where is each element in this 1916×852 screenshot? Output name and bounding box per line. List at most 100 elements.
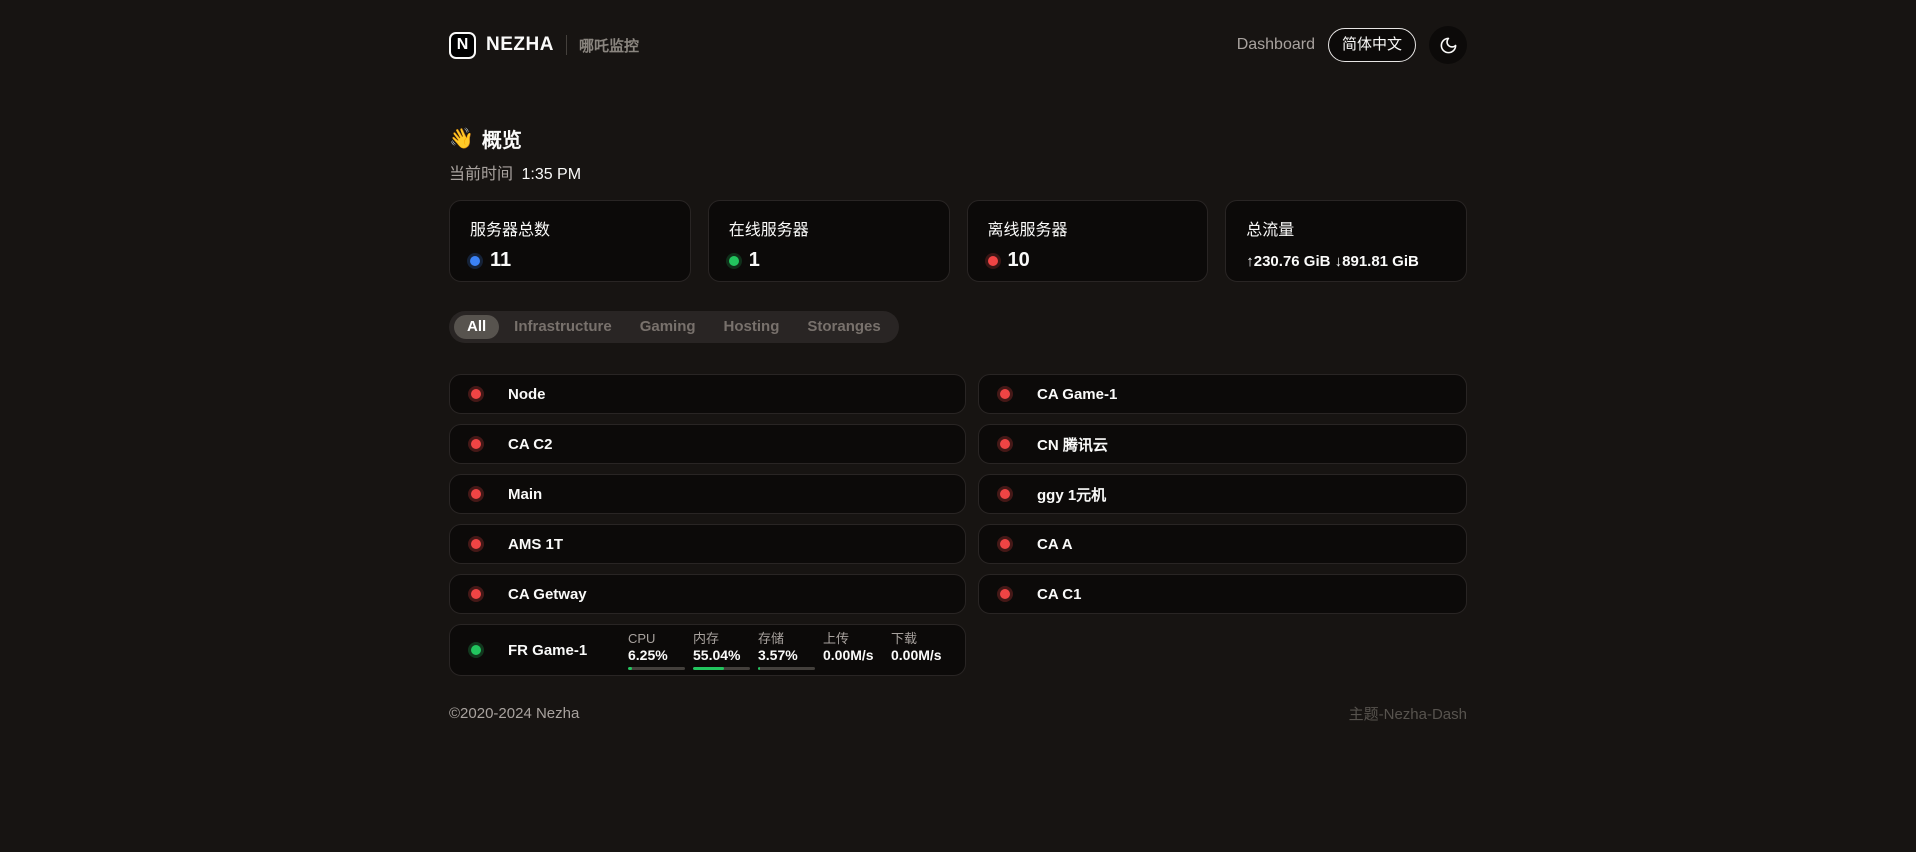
status-dot: [470, 256, 480, 266]
server-row[interactable]: AMS 1T: [449, 524, 966, 564]
server-stat-col: CPU6.25%: [628, 631, 685, 670]
server-stat-label: 存储: [758, 631, 815, 647]
progress-bar: [758, 667, 815, 670]
server-name: CA C2: [508, 436, 628, 453]
current-time: 当前时间 1:35 PM: [449, 160, 1467, 184]
server-status-dot: [471, 589, 481, 599]
server-status-dot: [471, 539, 481, 549]
tab-bar: AllInfrastructureGamingHostingStoranges: [449, 311, 899, 343]
copyright-text: ©2020-2024 Nezha: [449, 705, 579, 722]
progress-bar-fill: [693, 667, 724, 670]
server-status-dot: [1000, 539, 1010, 549]
wave-emoji: 👋: [449, 126, 474, 151]
stat-card-label: 服务器总数: [470, 216, 670, 240]
page-title-text: 概览: [482, 124, 522, 153]
server-stats: CPU6.25%内存55.04%存储3.57%上传0.00M/s下载0.00M/…: [628, 631, 951, 670]
server-name: Node: [508, 386, 628, 403]
progress-bar-fill: [758, 667, 760, 670]
server-name: CA C1: [1037, 586, 1157, 603]
server-row[interactable]: Main: [449, 474, 966, 514]
server-name: CN 腾讯云: [1037, 434, 1157, 455]
server-status-dot: [1000, 439, 1010, 449]
language-button[interactable]: 简体中文: [1328, 28, 1416, 62]
tab-hosting[interactable]: Hosting: [711, 315, 793, 339]
header-actions: Dashboard 简体中文: [1237, 26, 1467, 64]
server-grid: Node CA Game-1 CA C2 CN 腾讯云 Main ggy 1元机 AMS 1…: [449, 374, 1467, 676]
server-stat-col: 上传0.00M/s: [823, 631, 883, 664]
status-dot: [988, 256, 998, 266]
current-time-label: 当前时间: [449, 166, 513, 183]
tab-infrastructure[interactable]: Infrastructure: [501, 315, 625, 339]
server-stat-col: 下载0.00M/s: [891, 631, 951, 664]
server-status-dot: [471, 489, 481, 499]
tab-gaming[interactable]: Gaming: [627, 315, 709, 339]
logo-title: NEZHA: [486, 34, 554, 56]
server-name: CA Getway: [508, 586, 628, 603]
server-status-dot: [471, 645, 481, 655]
server-stat-col: 存储3.57%: [758, 631, 815, 670]
header: N NEZHA 哪吒监控 Dashboard 简体中文: [449, 0, 1467, 64]
server-name: AMS 1T: [508, 536, 628, 553]
server-row[interactable]: CA A: [978, 524, 1467, 564]
tab-storanges[interactable]: Storanges: [794, 315, 893, 339]
stat-card-label: 离线服务器: [988, 216, 1188, 240]
stat-card-number: 10: [1008, 249, 1030, 272]
stat-card-number: 1: [749, 249, 760, 272]
server-row[interactable]: CA C2: [449, 424, 966, 464]
logo[interactable]: N NEZHA 哪吒监控: [449, 32, 639, 59]
server-status-dot: [471, 439, 481, 449]
server-row[interactable]: CA C1: [978, 574, 1467, 614]
server-name: CA A: [1037, 536, 1157, 553]
server-name: Main: [508, 486, 628, 503]
server-name: ggy 1元机: [1037, 484, 1157, 505]
server-stat-label: 内存: [693, 631, 750, 647]
stat-card-traffic-value: ↑230.76 GiB ↓891.81 GiB: [1246, 253, 1446, 270]
server-row[interactable]: CA Getway: [449, 574, 966, 614]
stat-card[interactable]: 离线服务器 10: [967, 200, 1209, 282]
theme-toggle-button[interactable]: [1429, 26, 1467, 64]
dashboard-link[interactable]: Dashboard: [1237, 36, 1315, 54]
server-status-dot: [1000, 389, 1010, 399]
theme-credit-link[interactable]: 主题-Nezha-Dash: [1349, 703, 1467, 724]
progress-bar-fill: [628, 667, 632, 670]
stat-card[interactable]: 在线服务器 1: [708, 200, 950, 282]
progress-bar: [628, 667, 685, 670]
server-name: FR Game-1: [508, 642, 628, 659]
page-container: N NEZHA 哪吒监控 Dashboard 简体中文 👋 概览 当前时间 1:…: [449, 0, 1467, 844]
stat-card-number: 11: [490, 249, 511, 272]
status-dot: [729, 256, 739, 266]
main-content: 👋 概览 当前时间 1:35 PM 服务器总数 11 在线服务器 1 离线服务器 10 总流…: [449, 124, 1467, 676]
stat-card-value-row: 11: [470, 249, 670, 272]
stat-card-label: 总流量: [1246, 216, 1446, 240]
server-row[interactable]: FR Game-1CPU6.25%内存55.04%存储3.57%上传0.00M/…: [449, 624, 966, 676]
server-stat-value: 0.00M/s: [823, 647, 883, 664]
stat-cards: 服务器总数 11 在线服务器 1 离线服务器 10 总流量 ↑230.76 GiB ↓891.…: [449, 200, 1467, 282]
server-row[interactable]: CN 腾讯云: [978, 424, 1467, 464]
tab-all[interactable]: All: [454, 315, 499, 339]
server-stat-label: 下载: [891, 631, 951, 647]
server-stat-col: 内存55.04%: [693, 631, 750, 670]
server-status-dot: [1000, 489, 1010, 499]
server-name: CA Game-1: [1037, 386, 1157, 403]
server-status-dot: [1000, 589, 1010, 599]
server-row[interactable]: ggy 1元机: [978, 474, 1467, 514]
stat-card[interactable]: 服务器总数 11: [449, 200, 691, 282]
server-stat-value: 0.00M/s: [891, 647, 951, 664]
server-row[interactable]: CA Game-1: [978, 374, 1467, 414]
stat-card-label: 在线服务器: [729, 216, 929, 240]
server-stat-value: 6.25%: [628, 647, 685, 664]
footer: ©2020-2024 Nezha 主题-Nezha-Dash: [449, 703, 1467, 844]
stat-card[interactable]: 总流量 ↑230.76 GiB ↓891.81 GiB: [1225, 200, 1467, 282]
current-time-value: 1:35 PM: [521, 166, 581, 183]
page-title: 👋 概览: [449, 124, 1467, 153]
server-stat-value: 3.57%: [758, 647, 815, 664]
server-stat-label: 上传: [823, 631, 883, 647]
logo-divider: [566, 35, 567, 55]
stat-card-value-row: 10: [988, 249, 1188, 272]
server-status-dot: [471, 389, 481, 399]
logo-subtitle: 哪吒监控: [579, 35, 639, 56]
moon-icon: [1439, 36, 1458, 55]
progress-bar: [693, 667, 750, 670]
nezha-logo-icon: N: [449, 32, 476, 59]
server-row[interactable]: Node: [449, 374, 966, 414]
